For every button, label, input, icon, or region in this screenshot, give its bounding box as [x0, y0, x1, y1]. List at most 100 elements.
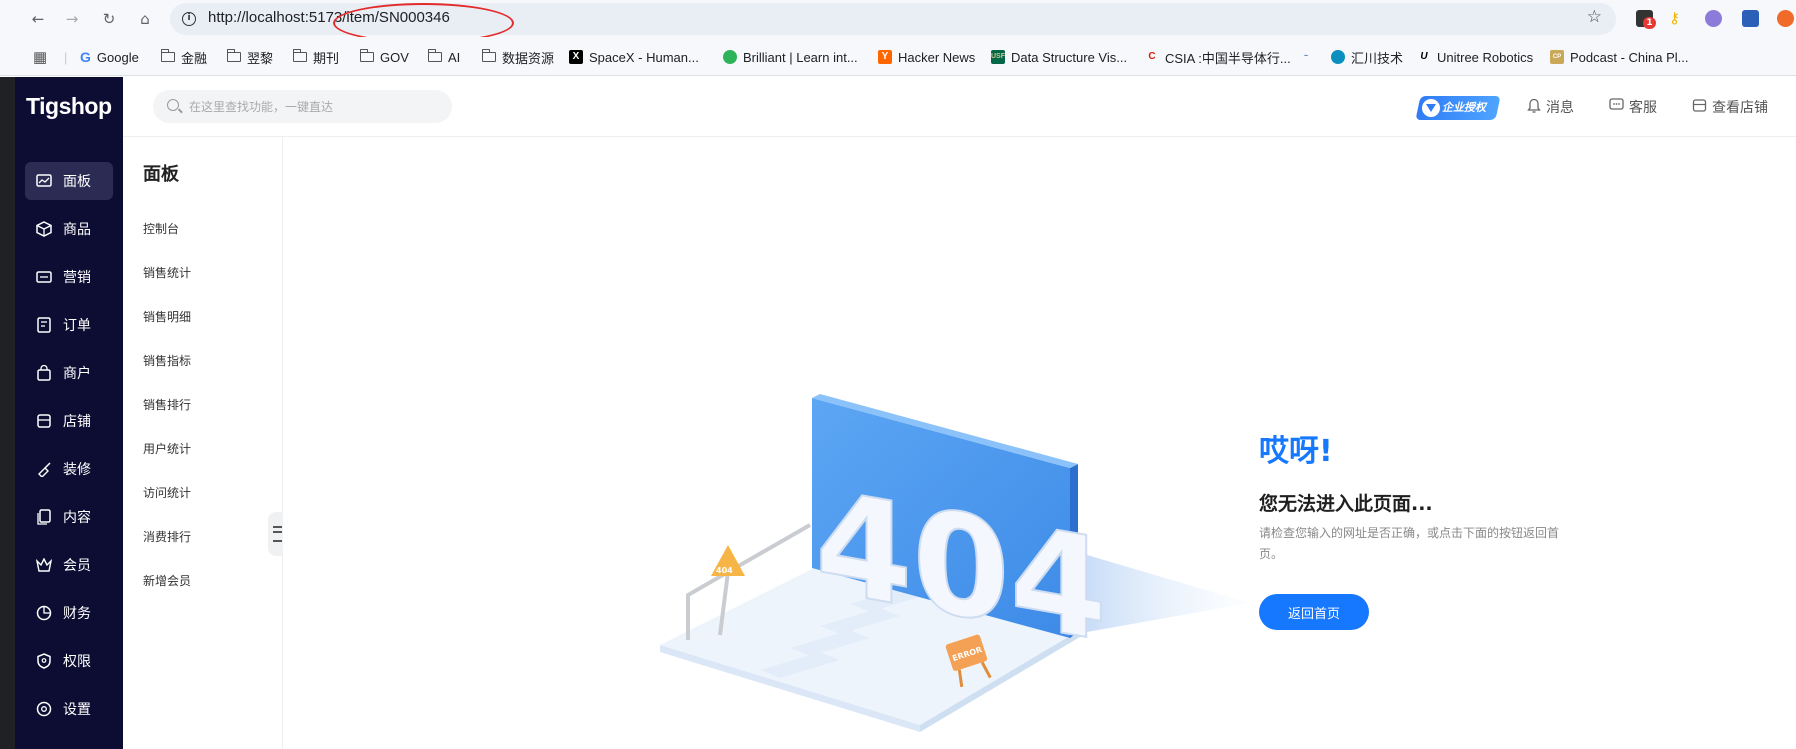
- search-input[interactable]: [187, 90, 437, 123]
- bookmark-usf[interactable]: USF Data Structure Vis...: [991, 48, 1127, 66]
- inovance-icon: [1331, 50, 1345, 64]
- folder-icon: [359, 49, 374, 62]
- nav-item-permissions[interactable]: 权限: [25, 642, 113, 680]
- notification-count: 1: [1643, 17, 1656, 29]
- site-icon: ~: [1303, 53, 1309, 60]
- site-info-icon[interactable]: i: [182, 12, 196, 26]
- folder-icon: [160, 49, 175, 62]
- back-icon[interactable]: ←: [27, 8, 49, 30]
- bookmark-google[interactable]: G Google: [80, 48, 139, 66]
- nav-item-decoration[interactable]: 装修: [25, 450, 113, 488]
- bookmark-star-icon[interactable]: ☆: [1587, 7, 1602, 27]
- bell-icon: [1527, 98, 1541, 117]
- nav-item-finance[interactable]: 财务: [25, 594, 113, 632]
- bookmark-folder[interactable]: AI: [427, 48, 460, 66]
- nav-item-products[interactable]: 商品: [25, 210, 113, 248]
- csia-icon: C: [1148, 51, 1156, 62]
- enterprise-badge[interactable]: 企业授权: [1415, 96, 1501, 120]
- warning-sign-text: 404: [716, 566, 733, 575]
- submenu-item-console[interactable]: 控制台: [143, 220, 179, 237]
- bookmark-folder[interactable]: 金融: [160, 48, 207, 66]
- submenu-item-spend-rank[interactable]: 消费排行: [143, 528, 191, 545]
- folder-icon: [481, 49, 496, 62]
- extension-icon[interactable]: 1: [1636, 10, 1656, 29]
- nav-item-settings[interactable]: 设置: [25, 690, 113, 728]
- submenu-item-sales-stats[interactable]: 销售统计: [143, 264, 191, 281]
- reload-icon[interactable]: ↻: [98, 8, 120, 30]
- search-box[interactable]: [153, 90, 452, 123]
- content-icon: [35, 508, 53, 526]
- nav-item-orders[interactable]: 订单: [25, 306, 113, 344]
- bookmark-spacex[interactable]: X SpaceX - Human...: [569, 48, 699, 66]
- bookmark-inovance[interactable]: 汇川技术: [1331, 48, 1403, 66]
- bookmark-hackernews[interactable]: Y Hacker News: [878, 48, 975, 66]
- oops-title: 哎呀!: [1259, 434, 1333, 469]
- nav-item-members[interactable]: 会员: [25, 546, 113, 584]
- forward-icon[interactable]: →: [61, 8, 83, 30]
- bookmark-site[interactable]: ~: [1299, 48, 1319, 66]
- spacex-icon: X: [569, 50, 583, 64]
- search-icon: [167, 99, 179, 111]
- extension-icon[interactable]: [1705, 10, 1722, 27]
- store-icon: [1692, 98, 1707, 117]
- chart-icon: [35, 172, 53, 190]
- submenu-item-sales-target[interactable]: 销售指标: [143, 352, 191, 369]
- folder-icon: [226, 49, 241, 62]
- bookmark-brilliant[interactable]: Brilliant | Learn int...: [723, 48, 858, 66]
- back-home-button[interactable]: 返回首页: [1259, 594, 1369, 630]
- ticket-icon: [35, 268, 53, 286]
- collapse-sidebar-icon[interactable]: [268, 512, 283, 556]
- home-icon[interactable]: ⌂: [134, 8, 156, 30]
- error-headline: 您无法进入此页面...: [1259, 493, 1433, 515]
- bookmarks-bar: ▦ | G Google 金融 翌黎 期刊 GOV AI 数据资源 X SpaceX…: [0, 37, 1796, 76]
- nav-item-merchants[interactable]: 商户: [25, 354, 113, 392]
- shield-icon: [35, 652, 53, 670]
- crown-icon: [35, 556, 53, 574]
- nav-item-shops[interactable]: 店铺: [25, 402, 113, 440]
- view-store-link[interactable]: 查看店铺: [1692, 97, 1768, 117]
- browser-toolbar: ← → ↻ ⌂ i http://localhost:5173/item/SN0…: [0, 0, 1796, 43]
- folder-icon: [292, 49, 307, 62]
- main-nav: 面板 商品 营销 订单 商户 店铺 装修 内容 会员 财务 权限 设置: [25, 162, 113, 738]
- pie-icon: [35, 604, 53, 622]
- app-logo[interactable]: Tigshop: [26, 93, 112, 120]
- bookmark-folder[interactable]: 期刊: [292, 48, 339, 66]
- extension-icon[interactable]: [1742, 10, 1759, 27]
- bookmark-folder[interactable]: 数据资源: [481, 48, 554, 66]
- submenu-item-new-members[interactable]: 新增会员: [143, 572, 191, 589]
- window-edge: [0, 77, 15, 749]
- bookmark-unitree[interactable]: U Unitree Robotics: [1417, 48, 1533, 66]
- error-description: 请检查您输入的网址是否正确，或点击下面的按钮返回首页。: [1259, 526, 1560, 561]
- support-link[interactable]: 客服: [1609, 97, 1657, 117]
- google-icon: G: [80, 49, 91, 65]
- hackernews-icon: Y: [878, 50, 892, 64]
- submenu-item-sales-detail[interactable]: 销售明细: [143, 308, 191, 325]
- bookmark-folder[interactable]: 翌黎: [226, 48, 273, 66]
- nav-item-dashboard[interactable]: 面板: [25, 162, 113, 200]
- bookmark-podcast[interactable]: CP Podcast - China Pl...: [1550, 48, 1689, 66]
- nav-item-marketing[interactable]: 营销: [25, 258, 113, 296]
- error-illustration: 404 404 ERROR: [660, 394, 1250, 732]
- box-icon: [35, 220, 53, 238]
- podcast-icon: CP: [1550, 50, 1564, 64]
- divider: |: [64, 49, 68, 65]
- submenu-title: 面板: [143, 164, 179, 185]
- submenu-item-visit-stats[interactable]: 访问统计: [143, 484, 191, 501]
- settings-icon: [35, 700, 53, 718]
- unitree-icon: U: [1420, 51, 1428, 62]
- key-icon[interactable]: ⚷: [1669, 10, 1686, 27]
- nav-item-content[interactable]: 内容: [25, 498, 113, 536]
- folder-icon: [427, 49, 442, 62]
- bookmark-folder[interactable]: GOV: [359, 48, 409, 66]
- bookmark-csia[interactable]: C CSIA :中国半导体行...: [1145, 48, 1290, 66]
- bag-icon: [35, 364, 53, 382]
- shop-icon: [35, 412, 53, 430]
- submenu-item-user-stats[interactable]: 用户统计: [143, 440, 191, 457]
- messages-link[interactable]: 消息: [1527, 97, 1574, 117]
- apps-grid-icon[interactable]: ▦: [33, 48, 47, 66]
- chat-icon: [1609, 98, 1624, 116]
- submenu-item-sales-rank[interactable]: 销售排行: [143, 396, 191, 413]
- order-icon: [35, 316, 53, 334]
- extension-icon[interactable]: [1777, 10, 1794, 27]
- brilliant-icon: [723, 50, 737, 64]
